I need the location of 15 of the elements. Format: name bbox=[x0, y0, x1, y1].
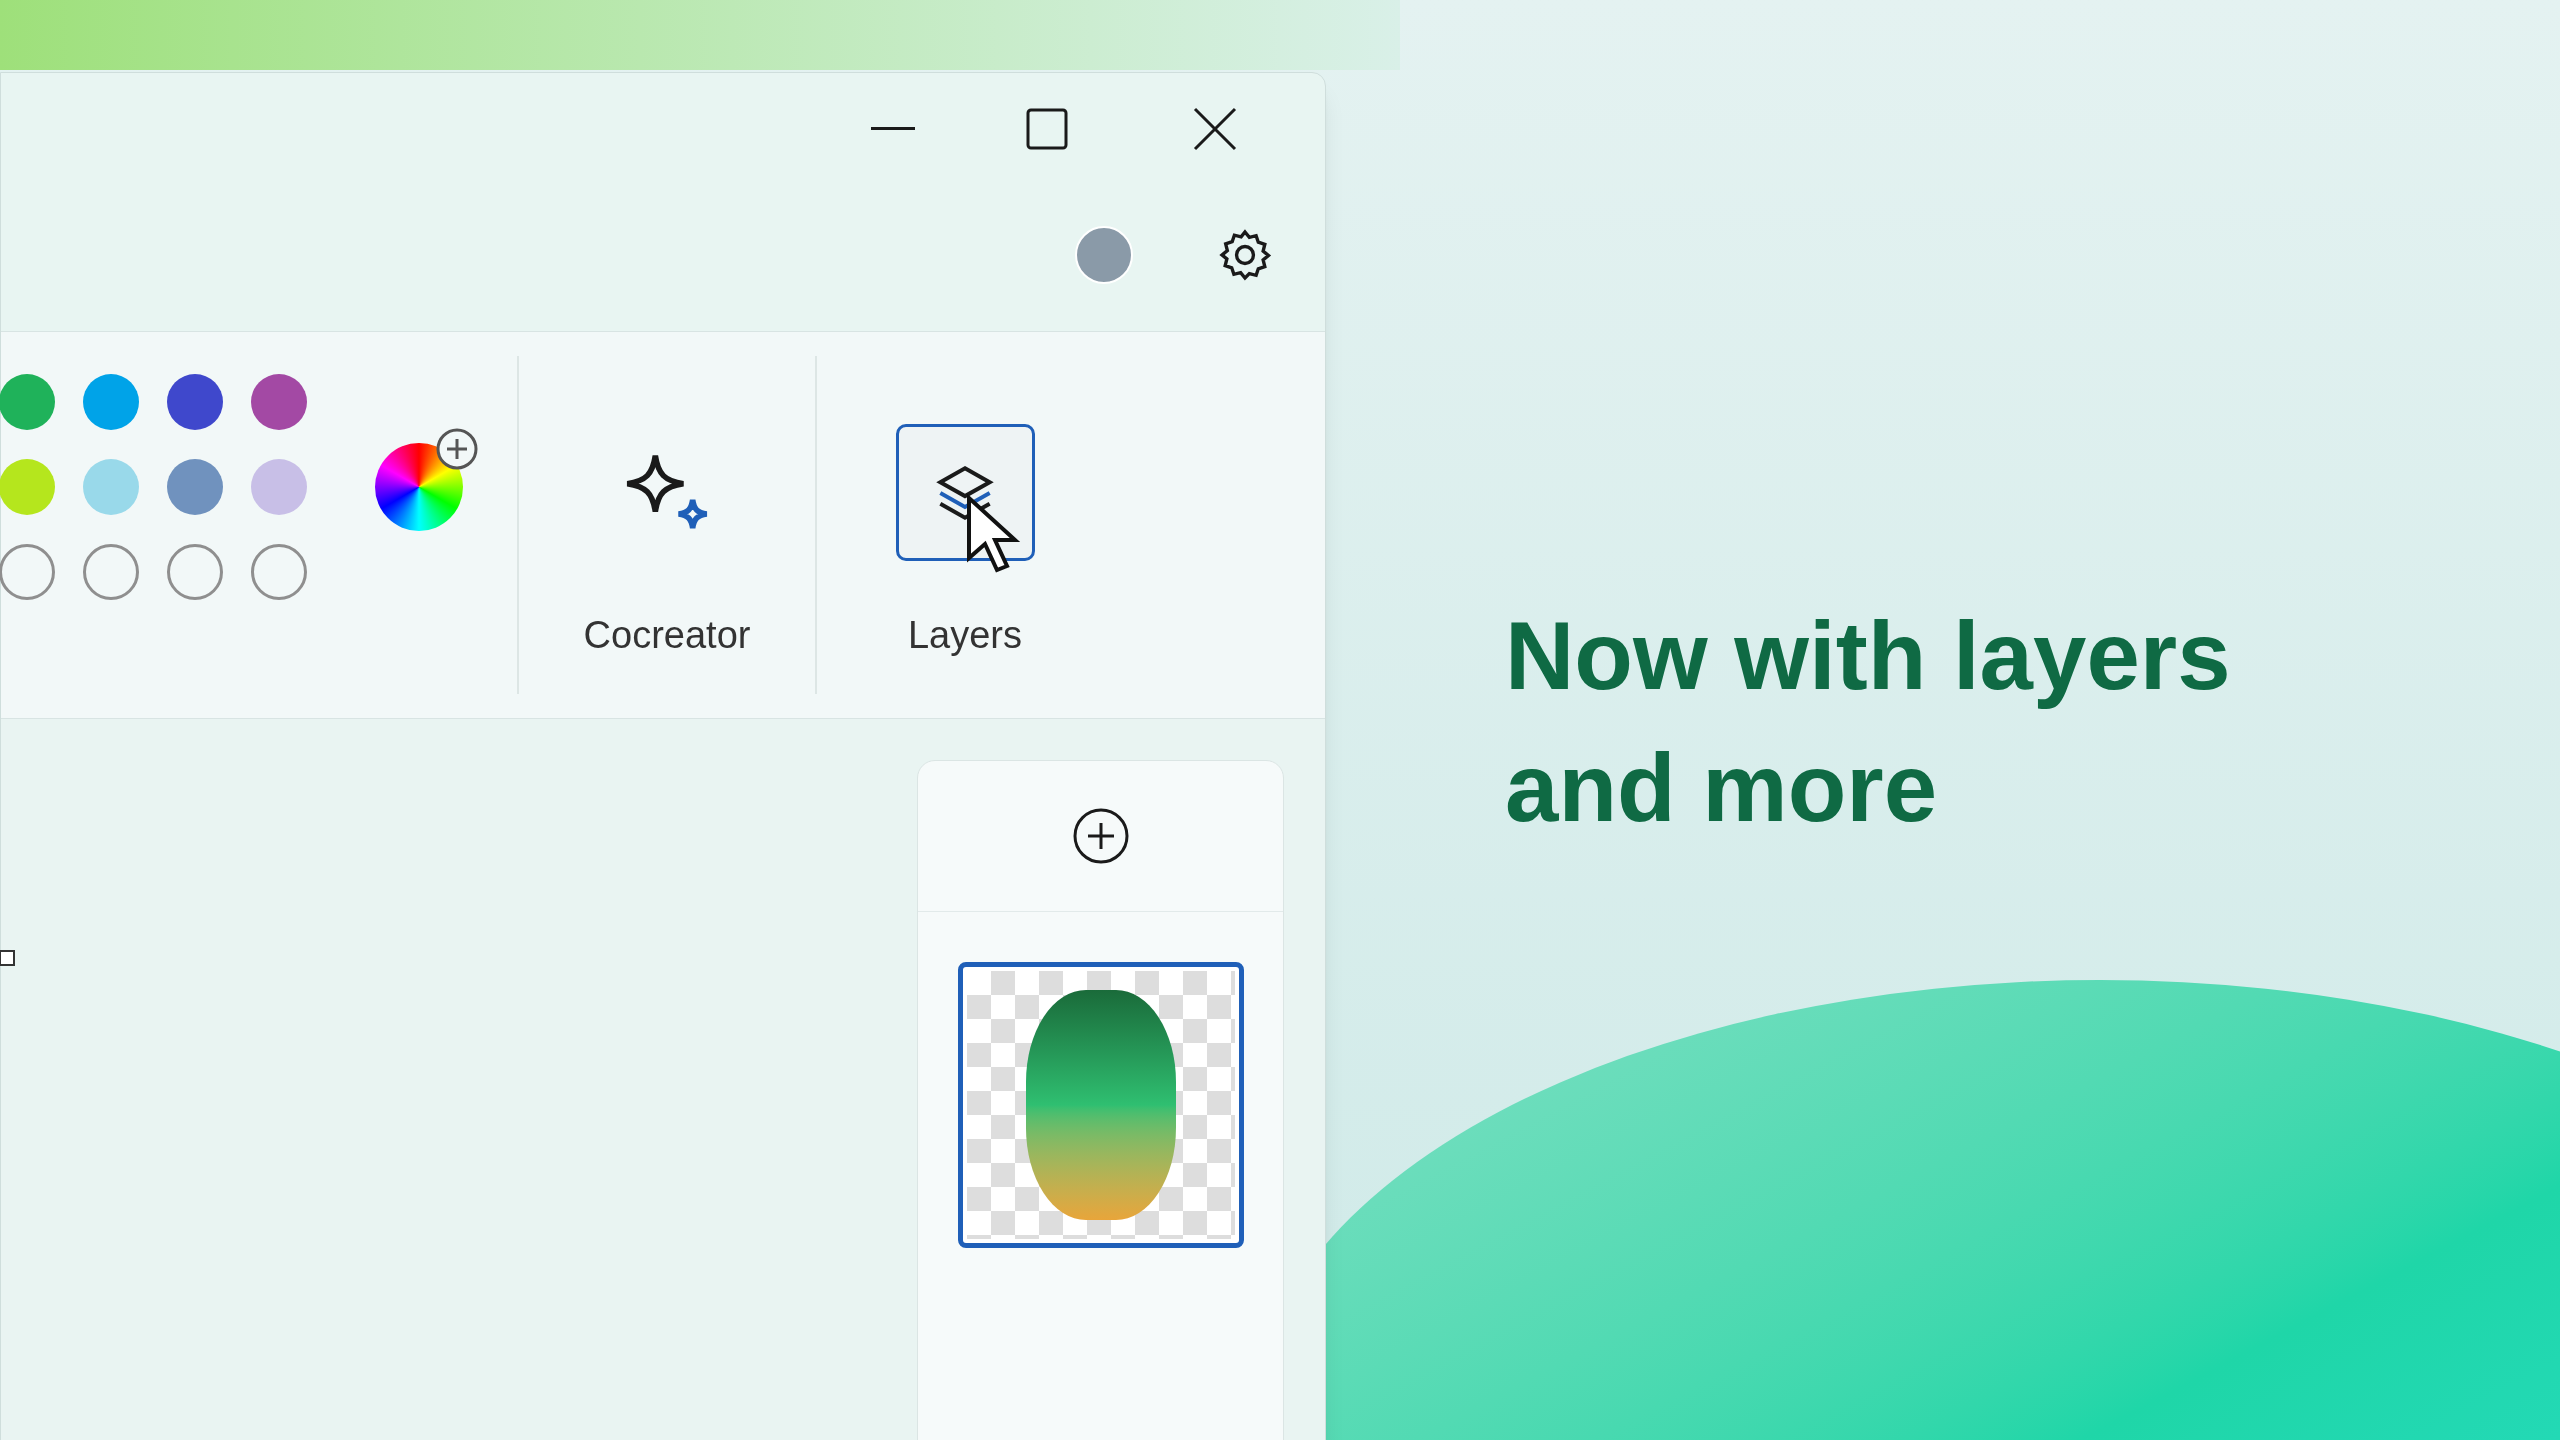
add-icon bbox=[1071, 807, 1130, 865]
empty-color-slot[interactable] bbox=[251, 543, 307, 600]
empty-color-slot[interactable] bbox=[167, 543, 223, 600]
headline-line: Now with layers bbox=[1505, 601, 2231, 711]
minimize-icon bbox=[871, 127, 915, 131]
close-icon bbox=[1193, 107, 1237, 151]
cocreator-button[interactable]: Cocreator bbox=[519, 332, 815, 718]
layers-button[interactable]: Layers bbox=[817, 332, 1113, 718]
maximize-icon bbox=[1026, 108, 1068, 150]
empty-color-slot[interactable] bbox=[83, 543, 139, 600]
resize-handle[interactable] bbox=[0, 950, 15, 966]
add-icon bbox=[435, 427, 479, 471]
empty-color-slot[interactable] bbox=[0, 543, 55, 600]
cursor-icon bbox=[965, 494, 1021, 574]
headline-line: and more bbox=[1505, 733, 1938, 843]
